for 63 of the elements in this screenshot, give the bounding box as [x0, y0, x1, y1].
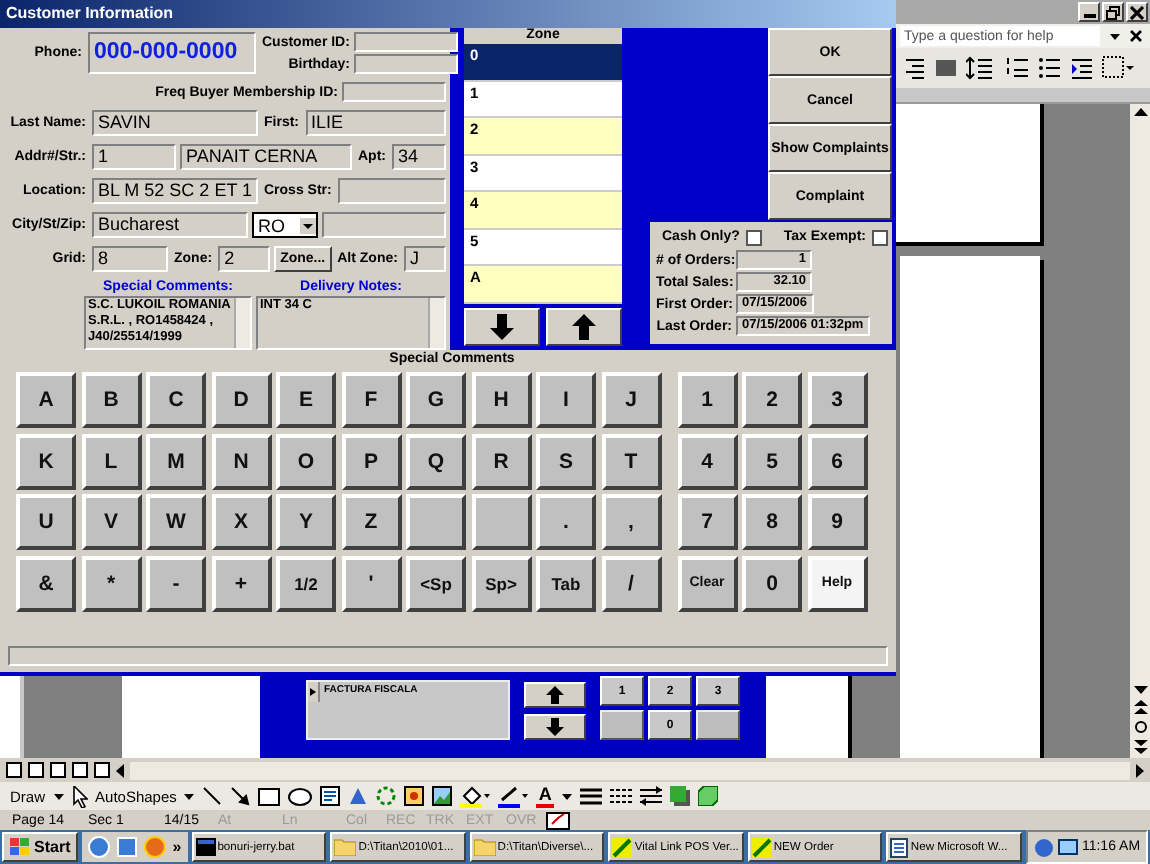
keyboard-key[interactable]: 0 [742, 555, 802, 611]
last-name-field[interactable]: SAVIN [92, 110, 258, 136]
city-field[interactable]: Bucharest [92, 212, 248, 238]
keyboard-key[interactable]: . [536, 494, 596, 550]
keyboard-key[interactable]: / [601, 555, 661, 611]
keyboard-key[interactable]: R [471, 433, 531, 489]
first-name-field[interactable]: ILIE [305, 110, 446, 136]
grid-field[interactable]: 8 [92, 246, 168, 272]
keyboard-key[interactable]: 6 [807, 433, 867, 489]
keyboard-key[interactable]: A [16, 372, 76, 428]
keyboard-key[interactable]: 4 [677, 433, 737, 489]
keyboard-key[interactable]: 7 [677, 494, 737, 550]
keyboard-key[interactable]: E [276, 372, 336, 428]
keyboard-key[interactable]: 8 [742, 494, 802, 550]
apt-field[interactable]: 34 [392, 144, 446, 170]
keyboard-key[interactable]: D [211, 372, 271, 428]
keyboard-key[interactable]: 1/2 [276, 555, 336, 611]
keyboard-key[interactable]: * [81, 555, 141, 611]
dialog-title: Customer Information [0, 0, 896, 28]
keyboard-key[interactable]: + [211, 555, 271, 611]
keyboard-key[interactable]: B [81, 372, 141, 428]
keyboard-key[interactable]: 9 [807, 494, 867, 550]
start-button[interactable]: Start [2, 832, 79, 862]
keyboard-key[interactable]: K [16, 433, 76, 489]
keyboard-key[interactable]: J [601, 372, 661, 428]
zone-field[interactable]: 2 [218, 246, 271, 272]
keyboard-key[interactable]: G [406, 372, 466, 428]
keyboard-key[interactable]: & [16, 555, 76, 611]
keyboard-key[interactable]: I [536, 372, 596, 428]
keyboard-key[interactable]: T [601, 433, 661, 489]
keyboard-key[interactable]: N [211, 433, 271, 489]
alt-zone-field[interactable]: J [403, 246, 446, 272]
keyboard-key[interactable]: Q [406, 433, 466, 489]
keyboard-key[interactable]: ' [341, 555, 401, 611]
keyboard-key[interactable]: Sp> [471, 555, 531, 611]
keyboard-key[interactable]: C [146, 372, 206, 428]
keyboard-key[interactable]: , [601, 494, 661, 550]
keyboard-key[interactable]: U [16, 494, 76, 550]
street-field[interactable]: PANAIT CERNA [180, 144, 352, 170]
keyboard-key[interactable]: Tab [536, 555, 596, 611]
keyboard-key[interactable]: 1 [677, 372, 737, 428]
keyboard-key[interactable]: H [471, 372, 531, 428]
phone-field[interactable]: 000-000-0000 [88, 32, 256, 74]
keyboard-key[interactable]: L [81, 433, 141, 489]
keyboard-key[interactable]: <Sp [406, 555, 466, 611]
keyboard-key[interactable]: - [146, 555, 206, 611]
keyboard-key[interactable]: Y [276, 494, 336, 550]
keyboard-key[interactable]: 2 [742, 372, 802, 428]
keyboard-key[interactable]: Z [341, 494, 401, 550]
keyboard-key[interactable]: P [341, 433, 401, 489]
keyboard-key[interactable]: S [536, 433, 596, 489]
keyboard-key[interactable]: V [81, 494, 141, 550]
keyboard-key[interactable]: 5 [742, 433, 802, 489]
house-number-field[interactable]: 1 [92, 144, 176, 170]
keyboard-key[interactable]: 3 [807, 372, 867, 428]
keyboard-key[interactable]: W [146, 494, 206, 550]
keyboard-key[interactable]: O [276, 433, 336, 489]
keyboard-key[interactable]: F [341, 372, 401, 428]
more-button[interactable]: » [172, 838, 182, 856]
keyboard-key[interactable]: X [211, 494, 271, 550]
location-field[interactable]: BL M 52 SC 2 ET 1 [92, 178, 258, 204]
state-dropdown[interactable]: RO [252, 212, 318, 238]
keyboard-key[interactable]: M [146, 433, 206, 489]
